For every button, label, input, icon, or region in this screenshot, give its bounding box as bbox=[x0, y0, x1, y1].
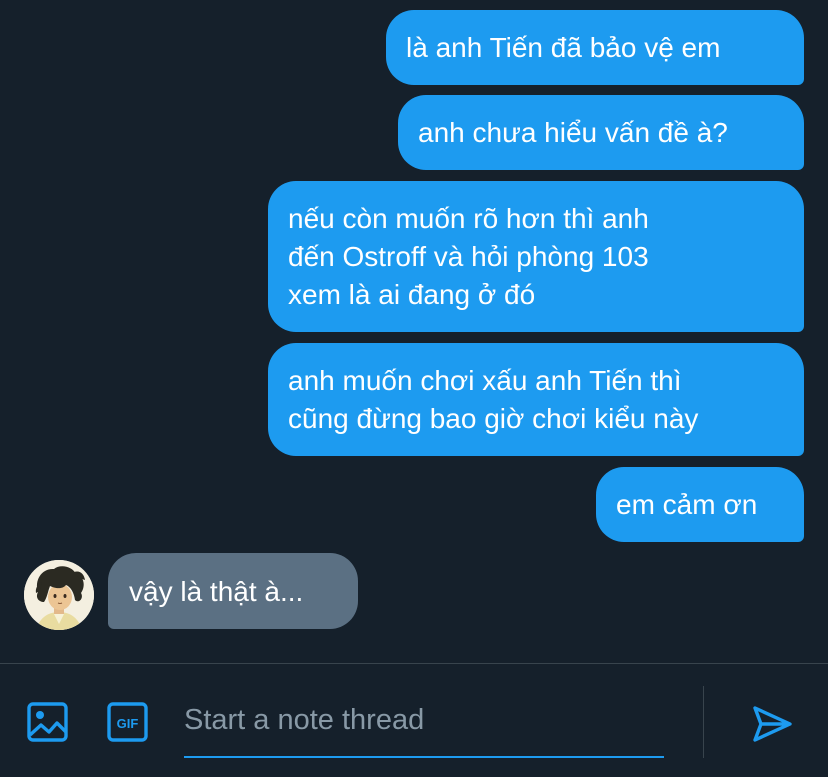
sent-message[interactable]: là anh Tiến đã bảo vệ em bbox=[386, 10, 804, 85]
sent-message[interactable]: em cảm ơn bbox=[596, 467, 804, 542]
sent-message[interactable]: nếu còn muốn rõ hơn thì anh đến Ostroff … bbox=[268, 181, 804, 332]
composer-divider bbox=[703, 686, 704, 758]
send-button[interactable] bbox=[750, 702, 794, 746]
sent-message[interactable]: anh muốn chơi xấu anh Tiến thì cũng đừng… bbox=[268, 343, 804, 456]
note-thread-input[interactable] bbox=[184, 684, 664, 758]
composer-bar: GIF bbox=[0, 663, 828, 777]
sender-avatar[interactable] bbox=[24, 560, 94, 630]
add-gif-button[interactable]: GIF bbox=[106, 700, 150, 744]
add-media-button[interactable] bbox=[26, 700, 70, 744]
avatar-illustration-icon bbox=[24, 560, 94, 630]
received-message[interactable]: vậy là thật à... bbox=[108, 553, 358, 629]
conversation-thread: là anh Tiến đã bảo vệ em anh chưa hiểu v… bbox=[0, 0, 828, 663]
send-icon bbox=[753, 706, 792, 742]
gif-icon: GIF bbox=[107, 702, 148, 742]
sent-message[interactable]: anh chưa hiểu vấn đề à? bbox=[398, 95, 804, 170]
gif-label: GIF bbox=[117, 716, 139, 731]
image-icon bbox=[27, 702, 68, 742]
